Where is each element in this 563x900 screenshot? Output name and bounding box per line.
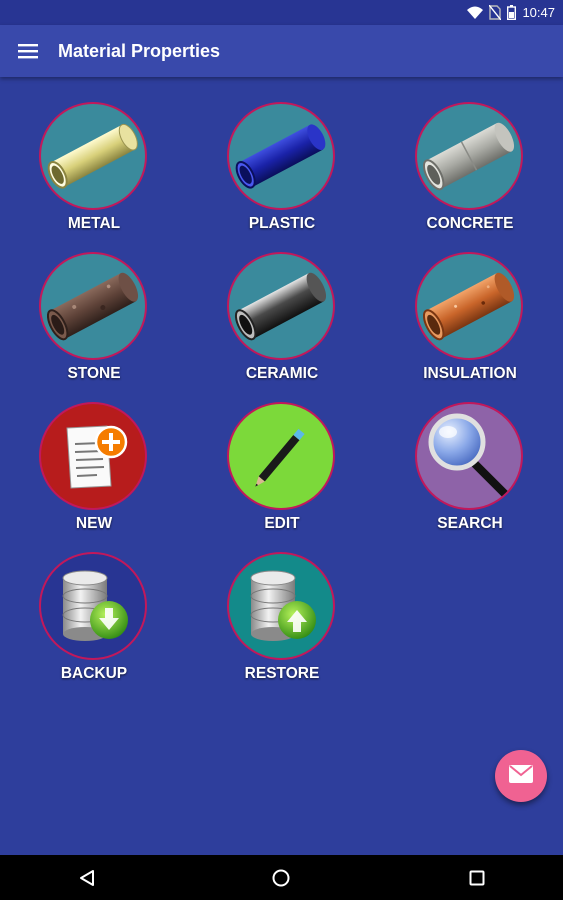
plastic-pipe-icon [227,102,335,210]
metal-pipe-icon [39,102,147,210]
home-icon[interactable] [266,863,296,893]
tile-edit[interactable]: EDIT [202,402,362,542]
tile-new[interactable]: NEW [14,402,174,542]
status-bar: 10:47 [0,0,563,25]
email-fab-button[interactable] [495,750,547,802]
pencil-icon [227,402,335,510]
magnifier-icon [415,402,523,510]
tile-label: RESTORE [244,665,320,682]
database-download-icon [39,552,147,660]
database-upload-icon [227,552,335,660]
ceramic-pipe-icon [227,252,335,360]
tile-search[interactable]: SEARCH [390,402,550,542]
insulation-pipe-icon [415,252,523,360]
app-title: Material Properties [58,41,221,61]
tile-ceramic[interactable]: CERAMIC [202,252,362,392]
concrete-pipe-icon [415,102,523,210]
tile-label: SEARCH [437,515,503,532]
tile-label: CERAMIC [245,365,319,382]
clock: 10:47 [522,5,555,20]
tile-metal[interactable]: METAL [14,102,174,242]
tile-label: CONCRETE [426,215,514,232]
tile-concrete[interactable]: CONCRETE [390,102,550,242]
stone-pipe-icon [39,252,147,360]
navigation-bar [0,855,563,900]
tile-label: METAL [67,215,121,232]
app-bar: Material Properties [0,25,563,77]
tile-stone[interactable]: STONE [14,252,174,392]
new-document-icon [39,402,147,510]
recents-icon[interactable] [462,863,492,893]
tile-label: NEW [75,515,113,532]
wifi-icon [467,6,484,19]
tile-label: PLASTIC [248,215,316,232]
tile-label: EDIT [264,515,300,532]
tile-plastic[interactable]: PLASTIC [202,102,362,242]
no-sim-icon [489,5,502,20]
tile-insulation[interactable]: INSULATION [390,252,550,392]
tile-label: INSULATION [423,365,517,382]
tile-restore[interactable]: RESTORE [202,552,362,692]
tile-label: STONE [67,365,121,382]
tile-label: BACKUP [60,665,128,682]
battery-icon [507,5,517,20]
back-icon[interactable] [72,863,102,893]
mail-icon [509,764,533,788]
tile-backup[interactable]: BACKUP [14,552,174,692]
hamburger-menu-icon[interactable] [10,33,46,69]
